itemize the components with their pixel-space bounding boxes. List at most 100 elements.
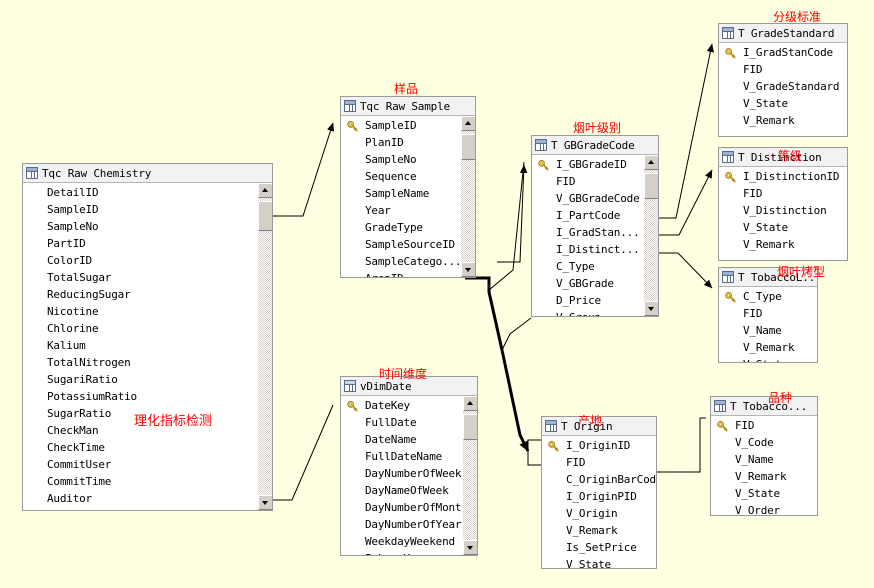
field-row-primary-key[interactable]: I_GBGradeID (532, 156, 658, 173)
table-header-t_tobaccovariety[interactable]: T_Tobacco... (711, 397, 817, 416)
field-row[interactable]: V_State (719, 356, 817, 362)
scroll-up-arrow-icon[interactable] (463, 396, 477, 411)
field-row[interactable]: FID (532, 173, 658, 190)
field-row[interactable]: SampleName (341, 185, 475, 202)
field-row[interactable]: WeekdayWeekend (341, 533, 477, 550)
scroll-down-arrow-icon[interactable] (461, 262, 475, 277)
field-row-primary-key[interactable]: FID (711, 417, 817, 434)
table-t_origin[interactable]: T_Origin I_OriginID FID C_OriginBarCode I_Or… (541, 416, 657, 569)
field-row[interactable]: V_Code (711, 434, 817, 451)
field-row[interactable]: DateName (341, 431, 477, 448)
field-row[interactable]: V_Remark (542, 522, 656, 539)
field-row[interactable]: V_Name (719, 322, 817, 339)
scroll-up-arrow-icon[interactable] (258, 183, 272, 198)
field-row[interactable]: V_Order (711, 502, 817, 515)
field-row[interactable]: TotalNitrogen (23, 354, 272, 371)
field-row[interactable]: V_Distinction (719, 202, 847, 219)
field-row[interactable]: Nicotine (23, 303, 272, 320)
table-vdimdate[interactable]: vDimDate DateKey FullDate DateName FullDateN… (340, 376, 478, 556)
field-row[interactable]: CommitUser (23, 456, 272, 473)
field-row[interactable]: V_GradeStandard (719, 78, 847, 95)
scroll-down-arrow-icon[interactable] (463, 540, 477, 555)
field-row[interactable]: I_PartCode (532, 207, 658, 224)
table-header-t_gradestandard[interactable]: T_GradeStandard (719, 24, 847, 43)
field-row[interactable]: Is_SetPrice (542, 539, 656, 556)
field-row[interactable]: V_State (719, 95, 847, 112)
scroll-down-arrow-icon[interactable] (258, 495, 272, 510)
field-row-primary-key[interactable]: I_DistinctionID (719, 168, 847, 185)
field-row[interactable]: ReducingSugar (23, 286, 272, 303)
scrollbar-thumb[interactable] (644, 173, 658, 199)
field-row[interactable]: V_State (719, 219, 847, 236)
field-row[interactable]: FID (719, 185, 847, 202)
scrollbar-thumb[interactable] (463, 414, 477, 440)
field-row[interactable]: SampleID (23, 201, 272, 218)
field-row[interactable]: V_GBGrade (532, 275, 658, 292)
field-row-primary-key[interactable]: I_GradStanCode (719, 44, 847, 61)
table-t_gbgradecode[interactable]: T_GBGradeCode I_GBGradeID FID V_GBGradeCode… (531, 135, 659, 317)
field-row[interactable]: V_Group (532, 309, 658, 316)
field-row[interactable]: CheckTime (23, 439, 272, 456)
field-row-primary-key[interactable]: C_Type (719, 288, 817, 305)
scroll-up-arrow-icon[interactable] (644, 155, 658, 170)
field-row[interactable]: V_Remark (719, 236, 847, 253)
field-row[interactable]: PlanID (341, 134, 475, 151)
scroll-down-arrow-icon[interactable] (644, 301, 658, 316)
field-row[interactable]: AuditTime (23, 507, 272, 510)
field-row[interactable]: SampleNo (341, 151, 475, 168)
scrollbar-thumb[interactable] (258, 201, 272, 231)
scrollbar-track[interactable] (258, 198, 272, 495)
field-row[interactable]: FID (719, 61, 847, 78)
field-row[interactable]: V_Remark (719, 339, 817, 356)
field-row[interactable]: ColorID (23, 252, 272, 269)
table-t_tobaccovariety[interactable]: T_Tobacco... FID V_Code V_Name V_Remark V_Sta… (710, 396, 818, 516)
field-row[interactable]: DayNameOfWeek (341, 482, 477, 499)
field-row[interactable]: V_Remark (711, 468, 817, 485)
field-row[interactable]: V_State (711, 485, 817, 502)
field-row[interactable]: Sequence (341, 168, 475, 185)
table-header-tqc_raw_sample[interactable]: Tqc_Raw_Sample (341, 97, 475, 116)
field-row[interactable]: PartID (23, 235, 272, 252)
field-row[interactable]: FID (719, 305, 817, 322)
field-row[interactable]: SugariRatio (23, 371, 272, 388)
table-t_tobaccotype[interactable]: T_TobaccoL...C_TypeFIDV_NameV_RemarkV_St… (718, 267, 818, 363)
table-tqc_raw_sample[interactable]: Tqc_Raw_Sample SampleID PlanID SampleNo Sequ… (340, 96, 476, 278)
scrollbar-thumb[interactable] (461, 134, 475, 160)
table-t_gradestandard[interactable]: T_GradeStandard I_GradStanCode FID V_GradeS… (718, 23, 848, 137)
table-tqc_raw_chemistry[interactable]: Tqc_Raw_Chemistry DetailID SampleID SampleN… (22, 163, 273, 511)
field-row[interactable]: I_Distinct... (532, 241, 658, 258)
vertical-scrollbar[interactable] (643, 155, 658, 316)
field-row[interactable]: V_Remark (719, 112, 847, 129)
field-row[interactable]: C_OriginBarCode (542, 471, 656, 488)
field-row[interactable]: GradeType (341, 219, 475, 236)
field-row[interactable]: FullDateName (341, 448, 477, 465)
field-row[interactable]: DayNumberOfWeek (341, 465, 477, 482)
field-row[interactable]: DayNumberOfYear (341, 516, 477, 533)
field-row[interactable]: IsLeapYear (341, 550, 477, 555)
field-row[interactable]: D_Price (532, 292, 658, 309)
table-header-tqc_raw_chemistry[interactable]: Tqc_Raw_Chemistry (23, 164, 272, 183)
field-row[interactable]: FID (542, 454, 656, 471)
field-row[interactable]: V_Name (711, 451, 817, 468)
field-row[interactable]: FullDate (341, 414, 477, 431)
field-row[interactable]: DayNumberOfMonth (341, 499, 477, 516)
field-row[interactable]: V_State (542, 556, 656, 568)
field-row[interactable]: SampleSourceID (341, 236, 475, 253)
field-row[interactable]: V_Origin (542, 505, 656, 522)
field-row[interactable]: Chlorine (23, 320, 272, 337)
vertical-scrollbar[interactable] (462, 396, 477, 555)
vertical-scrollbar[interactable] (460, 116, 475, 277)
scroll-up-arrow-icon[interactable] (461, 116, 475, 131)
field-row[interactable]: I_OriginPID (542, 488, 656, 505)
field-row[interactable]: DetailID (23, 184, 272, 201)
field-row-primary-key[interactable]: I_OriginID (542, 437, 656, 454)
table-header-t_gbgradecode[interactable]: T_GBGradeCode (532, 136, 658, 155)
field-row[interactable]: PotassiumRatio (23, 388, 272, 405)
field-row[interactable]: SampleCatego... (341, 253, 475, 270)
field-row[interactable]: Auditor (23, 490, 272, 507)
field-row[interactable]: AreaID (341, 270, 475, 277)
vertical-scrollbar[interactable] (257, 183, 272, 510)
field-row[interactable]: SampleNo (23, 218, 272, 235)
field-row-primary-key[interactable]: DateKey (341, 397, 477, 414)
field-row[interactable]: C_Type (532, 258, 658, 275)
